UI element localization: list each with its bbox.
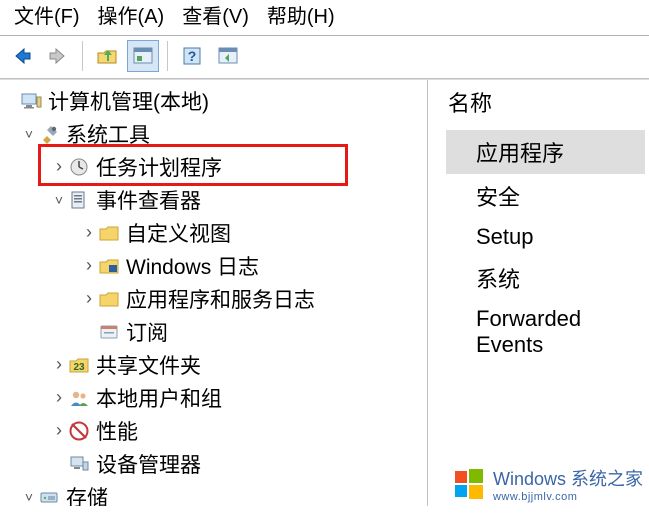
arrow-right-icon (47, 45, 69, 67)
menu-bar: 文件(F) 操作(A) 查看(V) 帮助(H) (0, 0, 649, 36)
twisty-closed-icon[interactable] (50, 387, 68, 408)
back-button[interactable] (6, 40, 38, 72)
twisty-open-icon[interactable] (20, 126, 38, 142)
tools-icon (38, 123, 60, 145)
tree-system-tools[interactable]: 系统工具 (0, 117, 427, 150)
list-item-system[interactable]: 系统 (446, 256, 645, 300)
tree-root[interactable]: 计算机管理(本地) (0, 84, 427, 117)
toolbar-separator-2 (167, 41, 168, 71)
windows-logo-icon (453, 467, 487, 501)
toolbar: ? (0, 36, 649, 79)
tree-custom-views-label: 自定义视图 (126, 218, 231, 248)
menu-view[interactable]: 查看(V) (182, 0, 249, 29)
tree-device-manager-label: 设备管理器 (96, 449, 201, 479)
tree-task-scheduler-label: 任务计划程序 (96, 152, 222, 182)
watermark-line1: Windows 系统之家 (493, 469, 643, 489)
help-button[interactable]: ? (176, 40, 208, 72)
tree-event-viewer[interactable]: 事件查看器 (0, 183, 427, 216)
tree-event-viewer-label: 事件查看器 (96, 185, 201, 215)
pane-icon (217, 45, 239, 67)
tree-windows-logs-label: Windows 日志 (126, 251, 259, 281)
watermark-text: Windows 系统之家 www.bjjmlv.com (493, 465, 643, 503)
folder-logs-icon (98, 255, 120, 277)
tree-custom-views[interactable]: 自定义视图 (0, 216, 427, 249)
list-header-name[interactable]: 名称 (446, 86, 645, 118)
tree-local-users-label: 本地用户和组 (96, 383, 222, 413)
tree-storage[interactable]: 存储 (0, 480, 427, 506)
performance-icon (68, 420, 90, 442)
tree-app-service-logs-label: 应用程序和服务日志 (126, 284, 315, 314)
watermark: Windows 系统之家 www.bjjmlv.com (453, 465, 643, 503)
list-item-setup[interactable]: Setup (446, 218, 645, 256)
clock-icon (68, 156, 90, 178)
storage-icon (38, 486, 60, 507)
svg-text:?: ? (188, 48, 197, 64)
twisty-open-icon[interactable] (50, 192, 68, 208)
main-area: 计算机管理(本地) 系统工具 任务计划程序 (0, 79, 649, 506)
tree-local-users-groups[interactable]: 本地用户和组 (0, 381, 427, 414)
tree-performance[interactable]: 性能 (0, 414, 427, 447)
twisty-closed-icon[interactable] (80, 255, 98, 276)
list-item-forwarded-events[interactable]: Forwarded Events (446, 300, 645, 364)
list-item-security[interactable]: 安全 (446, 174, 645, 218)
show-hide-tree-button[interactable] (212, 40, 244, 72)
forward-button[interactable] (42, 40, 74, 72)
arrow-left-icon (11, 45, 33, 67)
list-pane[interactable]: 名称 应用程序 安全 Setup 系统 Forwarded Events (434, 80, 649, 506)
menu-file[interactable]: 文件(F) (14, 0, 80, 29)
tree-storage-label: 存储 (66, 482, 108, 507)
tree-pane[interactable]: 计算机管理(本地) 系统工具 任务计划程序 (0, 80, 428, 506)
properties-icon (132, 45, 154, 67)
toolbar-separator (82, 41, 83, 71)
tree-windows-logs[interactable]: Windows 日志 (0, 249, 427, 282)
menu-action[interactable]: 操作(A) (98, 0, 165, 29)
users-icon (68, 387, 90, 409)
twisty-closed-icon[interactable] (50, 420, 68, 441)
tree-subscriptions[interactable]: 订阅 (0, 315, 427, 348)
folder-icon (98, 288, 120, 310)
help-icon: ? (181, 45, 203, 67)
list-body: 应用程序 安全 Setup 系统 Forwarded Events (446, 130, 645, 364)
properties-button[interactable] (127, 40, 159, 72)
twisty-open-icon[interactable] (20, 489, 38, 505)
folder-icon (98, 222, 120, 244)
tree-shared-folders-label: 共享文件夹 (96, 350, 201, 380)
watermark-line2: www.bjjmlv.com (493, 491, 643, 503)
twisty-closed-icon[interactable] (50, 156, 68, 177)
menu-help[interactable]: 帮助(H) (267, 0, 335, 29)
event-viewer-icon (68, 189, 90, 211)
computer-icon (20, 90, 42, 112)
tree-performance-label: 性能 (96, 416, 138, 446)
subscription-icon (98, 321, 120, 343)
folder-up-icon (96, 45, 118, 67)
twisty-closed-icon[interactable] (80, 288, 98, 309)
tree-root-label: 计算机管理(本地) (48, 86, 209, 116)
twisty-closed-icon[interactable] (80, 222, 98, 243)
tree-task-scheduler[interactable]: 任务计划程序 (0, 150, 427, 183)
tree-system-tools-label: 系统工具 (66, 119, 150, 149)
tree-shared-folders[interactable]: 23 共享文件夹 (0, 348, 427, 381)
twisty-closed-icon[interactable] (50, 354, 68, 375)
tree-app-service-logs[interactable]: 应用程序和服务日志 (0, 282, 427, 315)
up-level-button[interactable] (91, 40, 123, 72)
navigation-tree: 计算机管理(本地) 系统工具 任务计划程序 (0, 84, 427, 506)
list-item-application[interactable]: 应用程序 (446, 130, 645, 174)
shared-folder-icon: 23 (68, 354, 90, 376)
tree-device-manager[interactable]: 设备管理器 (0, 447, 427, 480)
svg-text:23: 23 (73, 362, 85, 373)
tree-subscriptions-label: 订阅 (126, 317, 168, 347)
device-manager-icon (68, 453, 90, 475)
